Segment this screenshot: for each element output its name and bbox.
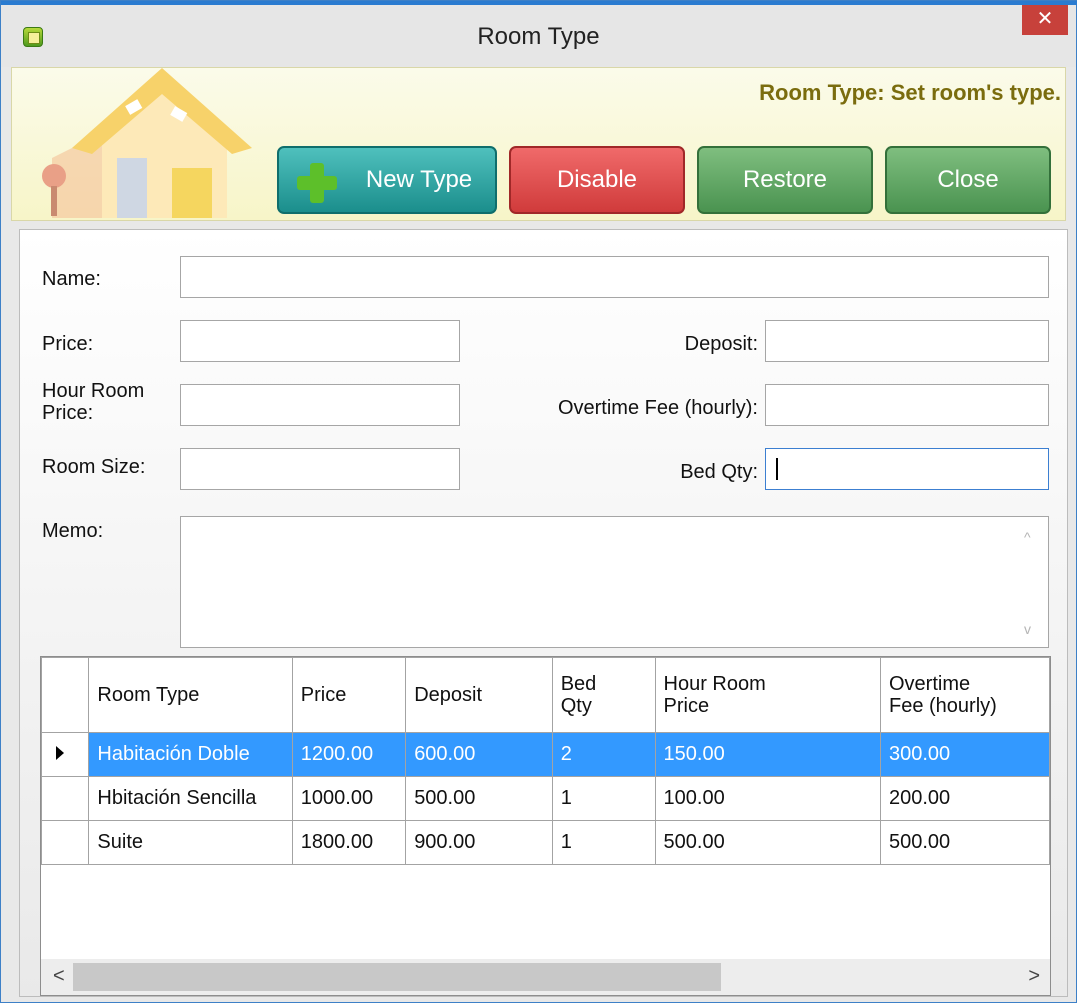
disable-button[interactable]: Disable [509, 146, 685, 214]
bed-qty-field[interactable] [765, 448, 1049, 490]
memo-scrollbar[interactable]: ^ v [1012, 517, 1048, 647]
table-cell[interactable]: 1 [551, 776, 656, 821]
restore-button[interactable]: Restore [697, 146, 873, 214]
table-cell[interactable]: 1 [551, 820, 656, 865]
memo-textarea[interactable]: ^ v [180, 516, 1049, 648]
banner-hint-text: Room Type: Set room's type. [759, 80, 1061, 105]
hour-room-price-label: Hour Room Price: [42, 380, 144, 424]
column-header-hour-room-price[interactable]: Hour Room Price [654, 657, 882, 733]
table-cell[interactable]: 150.00 [654, 732, 882, 777]
bed-qty-label: Bed Qty: [680, 461, 758, 483]
row-header-corner [41, 657, 90, 733]
title-bar[interactable]: Room Type ✕ [1, 5, 1076, 67]
table-header-row: Room Type Price Deposit Bed Qty Hour Room… [41, 657, 1050, 733]
table-row[interactable]: Hbitación Sencilla 1000.00 500.00 1 100.… [41, 776, 1050, 821]
name-label: Name: [42, 268, 101, 290]
column-header-price[interactable]: Price [291, 657, 407, 733]
table-row[interactable]: Suite 1800.00 900.00 1 500.00 500.00 [41, 820, 1050, 865]
row-indicator[interactable] [41, 776, 90, 821]
table-cell[interactable]: Suite [88, 820, 293, 865]
room-type-window: Room Type ✕ Room Type: Set room's type. … [0, 0, 1077, 1003]
memo-label: Memo: [42, 520, 104, 542]
table-cell[interactable]: 500.00 [654, 820, 882, 865]
horizontal-scrollbar[interactable]: < > [41, 959, 1050, 995]
window-close-button[interactable]: ✕ [1022, 5, 1068, 35]
room-size-label: Room Size: [42, 456, 146, 478]
column-header-deposit[interactable]: Deposit [405, 657, 553, 733]
scroll-right-icon[interactable]: > [1028, 965, 1040, 988]
window-title: Room Type [477, 23, 600, 50]
close-button[interactable]: Close [885, 146, 1051, 214]
room-size-field[interactable] [180, 448, 460, 490]
table-row[interactable]: Habitación Doble 1200.00 600.00 2 150.00… [41, 732, 1050, 777]
hour-room-price-label-line1: Hour Room [42, 380, 145, 402]
table-cell[interactable]: Habitación Doble [88, 732, 293, 777]
table-cell[interactable]: 1800.00 [291, 820, 407, 865]
table-cell[interactable]: 200.00 [880, 776, 1050, 821]
table-cell[interactable]: 600.00 [405, 732, 553, 777]
column-header-room-type[interactable]: Room Type [88, 657, 293, 733]
name-field[interactable] [180, 256, 1049, 298]
scroll-up-icon[interactable]: ^ [1024, 529, 1038, 545]
column-header-overtime-fee[interactable]: Overtime Fee (hourly) [880, 657, 1050, 733]
new-type-button[interactable]: New Type [277, 146, 497, 214]
table-cell[interactable]: 500.00 [405, 776, 553, 821]
table-cell[interactable]: 1000.00 [291, 776, 407, 821]
table-cell[interactable]: 2 [551, 732, 656, 777]
table-cell[interactable]: 900.00 [405, 820, 553, 865]
scrollbar-thumb[interactable] [73, 963, 721, 991]
text-caret [776, 458, 778, 480]
table-cell[interactable]: 100.00 [654, 776, 882, 821]
scroll-left-icon[interactable]: < [53, 965, 65, 988]
table-cell[interactable]: 500.00 [880, 820, 1050, 865]
row-indicator[interactable] [41, 820, 90, 865]
new-type-label: New Type [365, 166, 473, 193]
room-type-grid[interactable]: Room Type Price Deposit Bed Qty Hour Room… [40, 656, 1051, 996]
table-cell[interactable]: Hbitación Sencilla [88, 776, 293, 821]
hour-room-price-label-line2: Price: [42, 402, 94, 424]
price-field[interactable] [180, 320, 460, 362]
room-type-table: Room Type Price Deposit Bed Qty Hour Room… [41, 657, 1050, 865]
deposit-label: Deposit: [684, 333, 758, 355]
hour-room-price-field[interactable] [180, 384, 460, 426]
overtime-fee-label: Overtime Fee (hourly): [557, 397, 758, 419]
scroll-down-icon[interactable]: v [1024, 621, 1038, 637]
current-row-arrow-icon [56, 746, 64, 760]
overtime-fee-field[interactable] [765, 384, 1049, 426]
table-cell[interactable]: 1200.00 [291, 732, 407, 777]
house-illustration-icon [42, 68, 252, 218]
plus-icon [297, 163, 337, 203]
header-banner: Room Type: Set room's type. New Type Dis… [11, 67, 1066, 221]
price-label: Price: [42, 333, 94, 355]
column-header-bed-qty[interactable]: Bed Qty [551, 657, 656, 733]
room-type-form: Name: Price: Deposit: Hour Room Price: O… [19, 229, 1068, 997]
row-indicator[interactable] [41, 732, 90, 777]
table-cell[interactable]: 300.00 [880, 732, 1050, 777]
deposit-field[interactable] [765, 320, 1049, 362]
